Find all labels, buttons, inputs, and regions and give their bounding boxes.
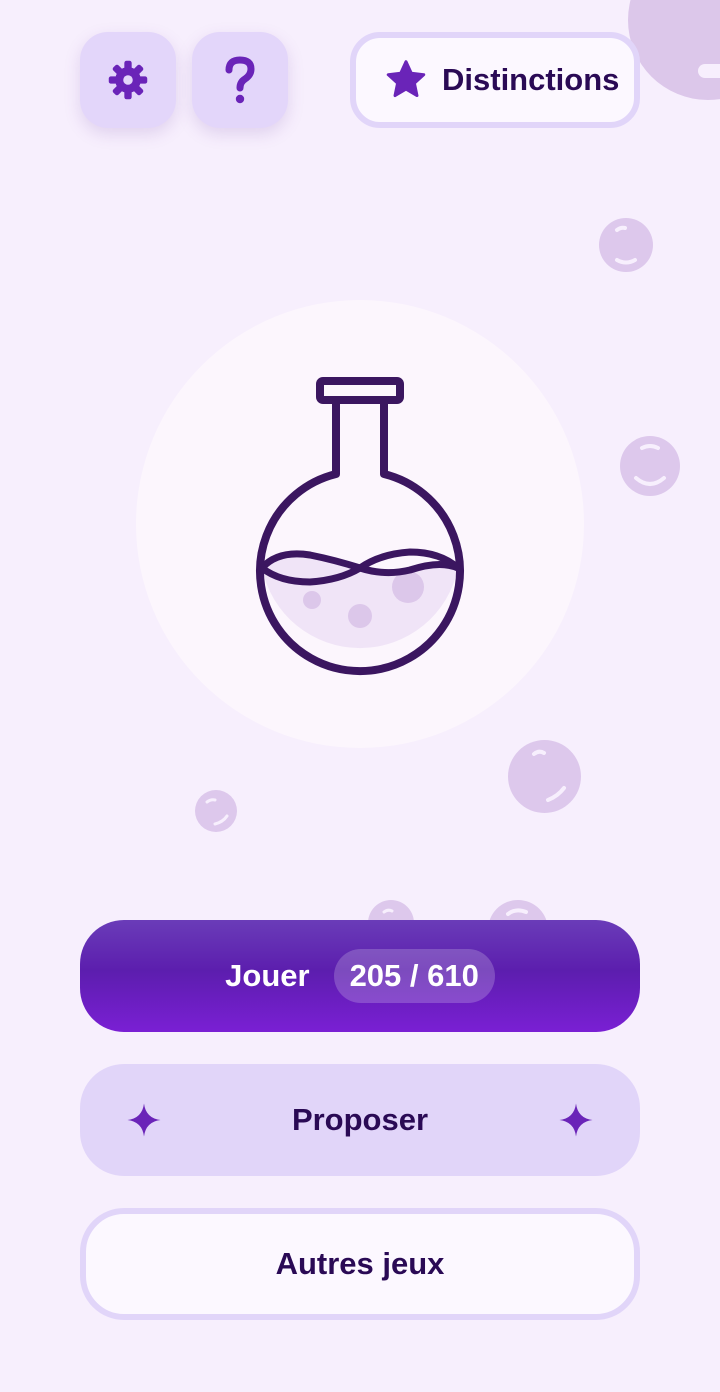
- settings-button[interactable]: [80, 32, 176, 128]
- progress-badge: 205 / 610: [333, 949, 495, 1003]
- bubble-decoration: [508, 740, 581, 813]
- play-button[interactable]: Jouer 205 / 610: [80, 920, 640, 1032]
- bubble-highlight-icon: [615, 225, 637, 265]
- gear-icon: [108, 60, 148, 100]
- corner-bubble-decoration: [628, 0, 720, 100]
- propose-button[interactable]: Proposer: [80, 1064, 640, 1176]
- other-games-button[interactable]: Autres jeux: [80, 1208, 640, 1320]
- bubble-decoration: [620, 436, 680, 496]
- question-mark-icon: [225, 56, 255, 104]
- other-games-label: Autres jeux: [275, 1246, 445, 1281]
- bubble-highlight-icon: [634, 444, 666, 486]
- play-label: Jouer: [225, 958, 310, 993]
- bubble-highlight-icon: [532, 749, 566, 802]
- help-button[interactable]: [192, 32, 288, 128]
- bubble-shine: [698, 64, 720, 78]
- bubble-decoration: [599, 218, 653, 272]
- propose-label: Proposer: [291, 1102, 429, 1137]
- home-screen: Distinctions Jouer 205 / 610 Proposer Au…: [0, 0, 720, 1392]
- sparkle-icon: [127, 1103, 161, 1137]
- flask-icon: [256, 377, 464, 676]
- bubble-highlight-icon: [205, 798, 229, 826]
- star-icon: [386, 60, 426, 98]
- distinctions-label: Distinctions: [442, 62, 620, 97]
- distinctions-button[interactable]: Distinctions: [350, 32, 640, 128]
- sparkle-icon: [559, 1103, 593, 1137]
- bubble-decoration: [195, 790, 237, 832]
